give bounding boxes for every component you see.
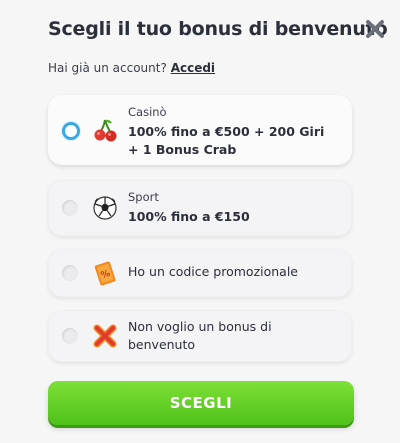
bonus-option-no-bonus[interactable]: Non voglio un bonus di benvenuto (48, 310, 352, 362)
close-icon[interactable] (364, 18, 386, 40)
option-bonus-line1: 100% fino a €500 + 200 Giri (128, 124, 325, 139)
option-bonus-line1: 100% fino a €150 (128, 209, 250, 224)
option-bonus-line2: + 1 Bonus Crab (128, 142, 237, 157)
radio-promo-code[interactable] (62, 265, 78, 281)
option-category: Sport (128, 190, 159, 204)
login-link[interactable]: Accedi (171, 61, 215, 75)
page-title: Scegli il tuo bonus di benvenuto (48, 18, 388, 40)
choose-button[interactable]: SCEGLI (48, 381, 354, 425)
account-prompt: Hai già un account? Accedi (48, 61, 215, 75)
option-label: Ho un codice promozionale (128, 264, 299, 279)
bonus-option-sport[interactable]: Sport 100% fino a €150 (48, 180, 352, 236)
radio-sport[interactable] (62, 200, 78, 216)
bonus-option-promo-code[interactable]: % Ho un codice promozionale (48, 249, 352, 297)
red-x-icon (93, 324, 117, 348)
account-prompt-text: Hai già un account? (48, 61, 167, 75)
radio-casino[interactable] (62, 122, 80, 140)
bonus-option-casino[interactable]: Casinò 100% fino a €500 + 200 Giri + 1 B… (48, 95, 352, 165)
option-label-line1: Non voglio un bonus di (128, 319, 272, 334)
radio-no-bonus[interactable] (62, 328, 78, 344)
promo-ticket-icon: % (94, 261, 116, 286)
option-label-line2: benvenuto (128, 337, 196, 352)
cherry-icon (94, 119, 117, 142)
option-category: Casinò (128, 105, 167, 119)
soccer-ball-icon (93, 196, 117, 220)
